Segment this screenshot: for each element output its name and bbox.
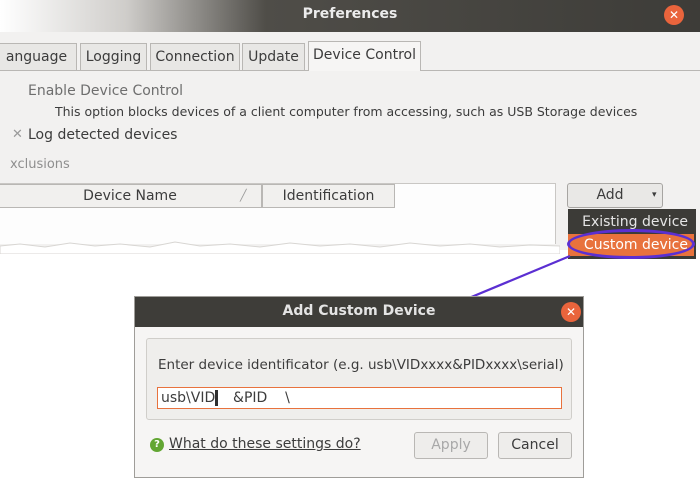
column-header-identification[interactable]: Identification — [262, 184, 395, 208]
apply-button[interactable]: Apply — [414, 432, 488, 459]
device-identifier-prompt: Enter device identificator (e.g. usb\VID… — [158, 357, 564, 373]
text-cursor — [215, 390, 218, 406]
torn-edge — [0, 241, 560, 254]
annotation-highlight-ellipse — [567, 229, 695, 259]
column-header-device-name[interactable]: Device Name — [0, 184, 262, 208]
dialog-title: Add Custom Device — [282, 303, 436, 319]
tab-device-control[interactable]: Device Control — [308, 41, 421, 71]
enable-device-control-description: This option blocks devices of a client c… — [55, 104, 638, 119]
preferences-title: Preferences — [302, 6, 398, 22]
help-link[interactable]: What do these settings do? — [169, 436, 361, 452]
add-button-label: Add — [596, 187, 624, 203]
dialog-close-icon[interactable]: ✕ — [561, 302, 581, 322]
tab-connection[interactable]: Connection — [150, 43, 240, 71]
preferences-close-icon[interactable]: ✕ — [664, 5, 684, 25]
chevron-down-icon: ▾ — [652, 190, 657, 200]
exclusions-heading: xclusions — [10, 157, 70, 172]
log-detected-devices-label[interactable]: Log detected devices — [28, 127, 177, 143]
cancel-button[interactable]: Cancel — [498, 432, 572, 459]
enable-device-control-label[interactable]: Enable Device Control — [28, 83, 183, 99]
log-detected-checkbox-icon[interactable]: ✕ — [12, 127, 23, 142]
tab-update[interactable]: Update — [242, 43, 305, 71]
help-icon: ? — [150, 438, 164, 452]
sort-indicator-icon: ╱ — [240, 189, 247, 202]
tab-logging[interactable]: Logging — [80, 43, 147, 71]
tab-language[interactable]: anguage — [0, 43, 77, 71]
